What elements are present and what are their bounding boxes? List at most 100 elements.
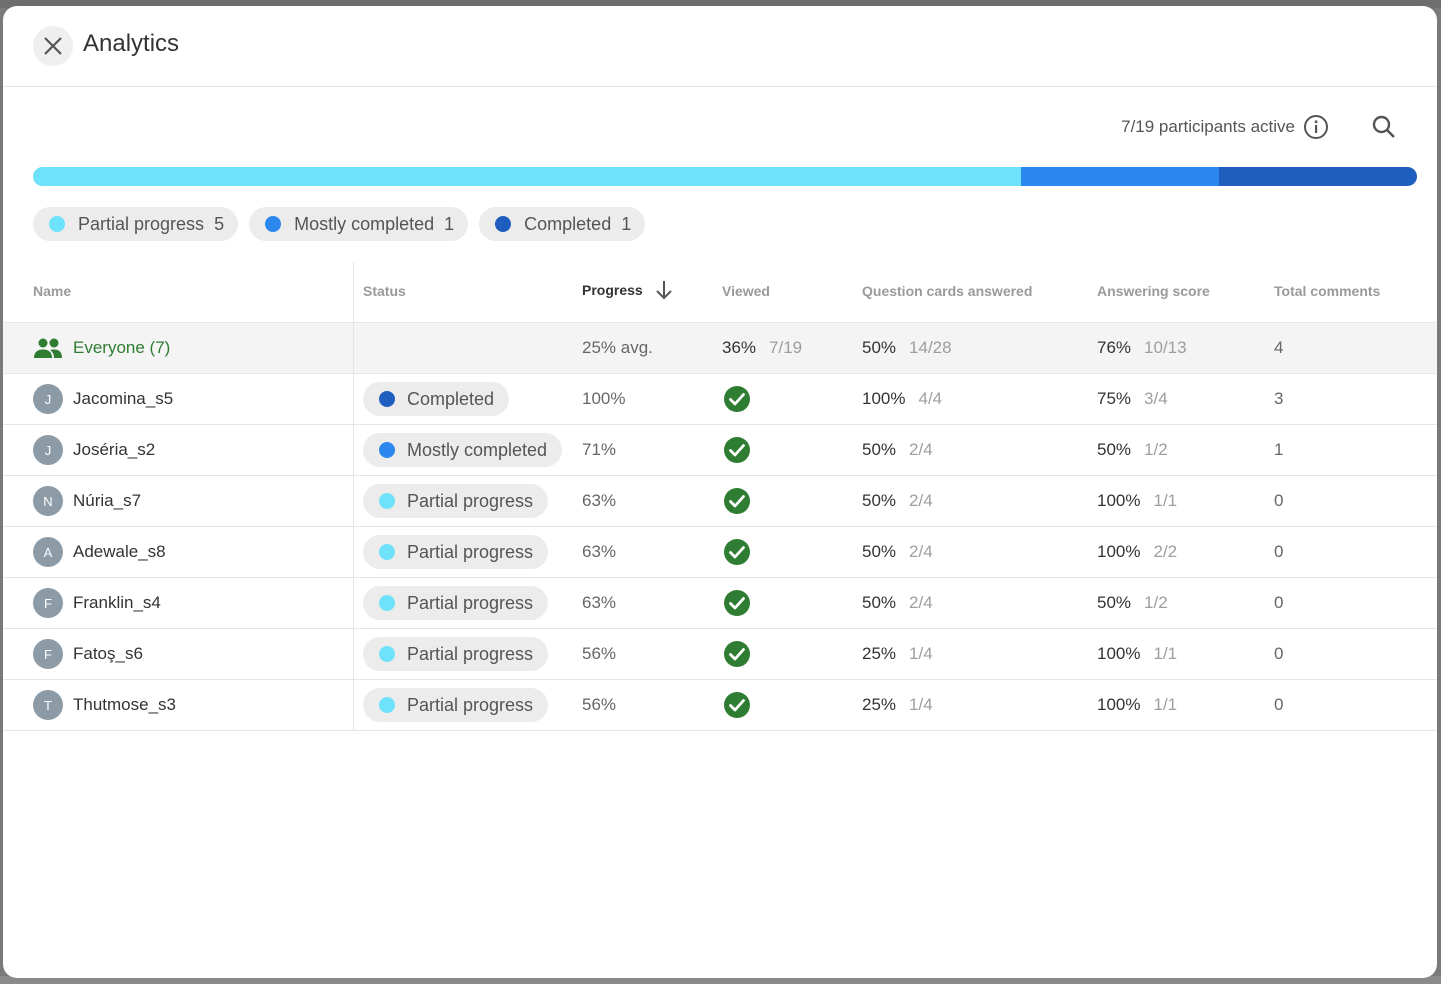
- analytics-dialog: Analytics 7/19 participants active Parti…: [3, 6, 1437, 978]
- participant-name: Franklin_s4: [73, 593, 161, 612]
- cards-frac: 1/4: [909, 695, 933, 714]
- progress-value: 100%: [582, 389, 626, 408]
- mostly-completed-segment: [1021, 167, 1220, 186]
- group-icon: [34, 338, 62, 358]
- status-dot: [379, 493, 395, 509]
- legend-count: 5: [214, 213, 225, 234]
- table-row[interactable]: F Franklin_s4 Partial progress 63% 50% 2/4 50%…: [3, 578, 1437, 629]
- status-dot: [49, 216, 65, 232]
- progress-value: 63%: [582, 593, 617, 612]
- cards-frac: 4/4: [918, 389, 943, 408]
- close-icon: [44, 37, 62, 55]
- status-label: Partial progress: [407, 643, 534, 664]
- participant-rows: J Jacomina_s5 Completed 100% 100% 4/4 75% 3/4 3 J…: [3, 374, 1437, 731]
- column-progress[interactable]: Progress: [582, 280, 673, 300]
- column-name[interactable]: Name: [33, 283, 71, 299]
- cards-cell: 50% 2/4: [862, 527, 933, 577]
- status-dot: [265, 216, 282, 232]
- column-answering-score[interactable]: Answering score: [1097, 283, 1210, 299]
- status-cell: Partial progress: [363, 680, 549, 730]
- dialog-title: Analytics: [83, 30, 180, 57]
- comments-value: 0: [1274, 542, 1284, 561]
- score-frac: 1/1: [1153, 644, 1178, 663]
- participant-name: Thutmose_s3: [73, 695, 176, 714]
- table-row[interactable]: J Joséria_s2 Mostly completed 71% 50% 2/4 50% 1…: [3, 425, 1437, 476]
- check-circle-icon: [724, 539, 750, 565]
- table-row[interactable]: T Thutmose_s3 Partial progress 56% 25% 1/4 100…: [3, 680, 1437, 731]
- check-circle-icon: [724, 590, 750, 616]
- column-question-cards[interactable]: Question cards answered: [862, 283, 1032, 299]
- status-progress-bar: [33, 167, 1417, 186]
- column-divider: [353, 262, 354, 731]
- column-total-comments[interactable]: Total comments: [1274, 283, 1380, 299]
- avatar: F: [33, 588, 63, 618]
- cards-cell: 25% 1/4: [862, 680, 933, 730]
- comments-value: 0: [1274, 593, 1284, 612]
- participants-active-text: 7/19 participants active: [1121, 117, 1295, 136]
- viewed-cell: [723, 578, 751, 628]
- status-label: Partial progress: [407, 592, 534, 613]
- close-button[interactable]: [33, 26, 73, 66]
- participant-name: Núria_s7: [73, 491, 142, 510]
- participant-name-cell: N Núria_s7: [33, 476, 141, 526]
- search-button[interactable]: [1371, 114, 1397, 140]
- everyone-comments: 4: [1274, 338, 1284, 357]
- score-frac: 3/4: [1144, 389, 1168, 408]
- everyone-row[interactable]: Everyone (7) 25% avg. 36% 7/19 50% 14/28…: [3, 323, 1437, 374]
- comments-value: 3: [1274, 389, 1284, 408]
- progress-value: 56%: [582, 644, 617, 663]
- score-cell: 100% 1/1: [1097, 476, 1177, 526]
- participant-name-cell: F Fatoş_s6: [33, 629, 143, 679]
- legend-chip[interactable]: Partial progress 5: [33, 207, 239, 241]
- table-row[interactable]: N Núria_s7 Partial progress 63% 50% 2/4 100% 1/…: [3, 476, 1437, 527]
- status-dot: [495, 216, 512, 232]
- table-row[interactable]: J Jacomina_s5 Completed 100% 100% 4/4 75% 3/4 3: [3, 374, 1437, 425]
- viewed-cell: [723, 527, 751, 577]
- cards-frac: 1/4: [909, 644, 933, 663]
- legend-label: Completed: [524, 213, 612, 234]
- status-cell: Partial progress: [363, 629, 549, 679]
- score-cell: 100% 1/1: [1097, 680, 1177, 730]
- score-cell: 50% 1/2: [1097, 425, 1168, 475]
- comments-value: 0: [1274, 695, 1284, 714]
- column-viewed[interactable]: Viewed: [722, 283, 770, 299]
- score-pct: 75%: [1097, 389, 1132, 408]
- status-dot: [379, 595, 395, 611]
- cards-cell: 50% 2/4: [862, 578, 933, 628]
- status-cell: Mostly completed: [363, 425, 563, 475]
- legend-chip[interactable]: Completed 1: [479, 207, 646, 241]
- cards-frac: 2/4: [909, 542, 933, 561]
- cards-cell: 100% 4/4: [862, 374, 942, 424]
- status-dot: [379, 391, 395, 407]
- status-badge: Mostly completed: [363, 433, 563, 467]
- cards-cell: 50% 2/4: [862, 476, 933, 526]
- status-dot: [379, 442, 395, 458]
- column-status[interactable]: Status: [363, 283, 406, 299]
- avatar: J: [33, 435, 63, 465]
- table-row[interactable]: A Adewale_s8 Partial progress 63% 50% 2/4 100%…: [3, 527, 1437, 578]
- status-badge: Partial progress: [363, 688, 549, 722]
- status-label: Mostly completed: [407, 439, 548, 460]
- participant-name-cell: J Joséria_s2: [33, 425, 155, 475]
- legend-chip[interactable]: Mostly completed 1: [249, 207, 469, 241]
- participant-name: Joséria_s2: [73, 440, 156, 459]
- score-pct: 50%: [1097, 440, 1132, 459]
- everyone-progress: 25% avg.: [582, 338, 653, 357]
- participant-name: Fatoş_s6: [73, 644, 143, 663]
- legend-label: Partial progress: [78, 213, 205, 234]
- status-dot: [379, 544, 395, 560]
- status-cell: Completed: [363, 374, 510, 424]
- score-frac: 2/2: [1153, 542, 1178, 561]
- info-icon[interactable]: [1303, 114, 1329, 140]
- status-badge: Partial progress: [363, 484, 549, 518]
- participant-name-cell: A Adewale_s8: [33, 527, 166, 577]
- analytics-table: Name Status Progress Viewed Question car…: [3, 262, 1437, 731]
- participant-name-cell: J Jacomina_s5: [33, 374, 173, 424]
- score-frac: 1/2: [1144, 440, 1168, 459]
- score-cell: 75% 3/4: [1097, 374, 1168, 424]
- check-circle-icon: [724, 692, 750, 718]
- everyone-cards-pct: 50%: [862, 338, 897, 357]
- table-row[interactable]: F Fatoş_s6 Partial progress 56% 25% 1/4 100% 1/…: [3, 629, 1437, 680]
- score-frac: 1/2: [1144, 593, 1168, 612]
- avatar: F: [33, 639, 63, 669]
